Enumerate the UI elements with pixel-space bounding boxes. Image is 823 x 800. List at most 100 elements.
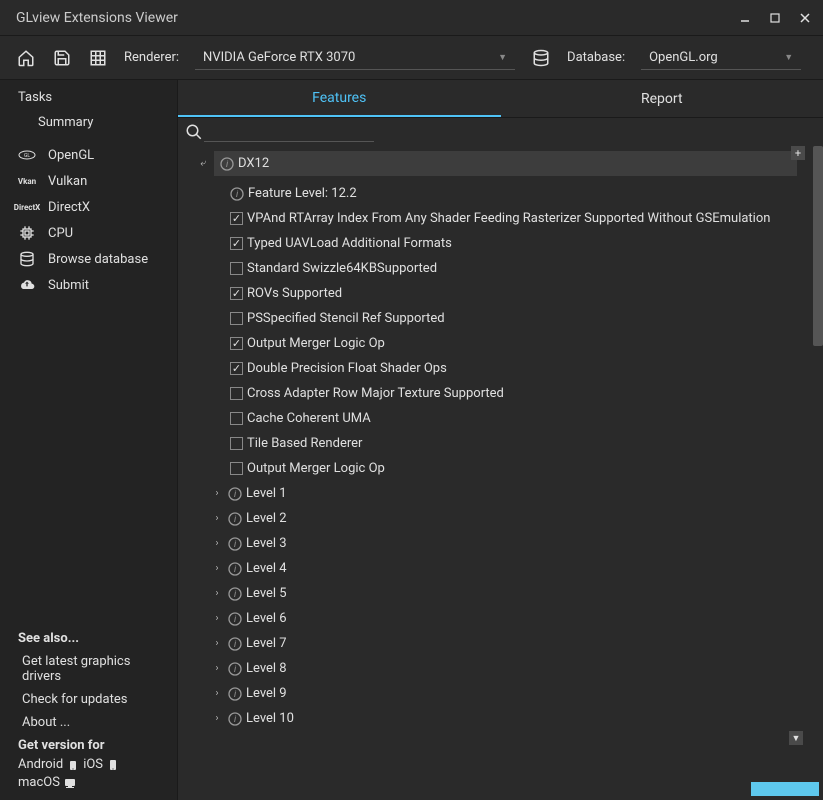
sidebar-footer: See also... Get latest graphics drivers …	[0, 621, 177, 800]
chevron-right-icon[interactable]: ›	[210, 562, 224, 576]
info-icon: i	[228, 637, 242, 651]
level-item[interactable]: ›iLevel 9	[178, 681, 805, 706]
see-also-about[interactable]: About ...	[18, 711, 159, 734]
grid-icon[interactable]	[88, 48, 108, 68]
feature-item[interactable]: PSSpecified Stencil Ref Supported	[178, 306, 805, 331]
level-item[interactable]: ›iLevel 7	[178, 631, 805, 656]
checkbox[interactable]	[230, 312, 243, 325]
checkbox[interactable]	[230, 287, 243, 300]
tabs: Features Report	[178, 80, 823, 118]
directx-icon: DirectX	[18, 198, 36, 216]
database-icon[interactable]	[531, 48, 551, 68]
chevron-right-icon[interactable]: ›	[210, 487, 224, 501]
level-item[interactable]: ›iLevel 2	[178, 506, 805, 531]
search-icon[interactable]	[184, 122, 204, 142]
chevron-right-icon[interactable]: ›	[210, 687, 224, 701]
feature-item[interactable]: Standard Swizzle64KBSupported	[178, 256, 805, 281]
chevron-right-icon[interactable]: ›	[210, 537, 224, 551]
tree-dx12-row[interactable]: ⤶ i DX12	[178, 146, 805, 181]
level-item-label: Level 1	[246, 486, 287, 501]
feature-item-label: Output Merger Logic Op	[247, 336, 385, 351]
level-item[interactable]: › i Level 1	[178, 481, 805, 506]
tasks-section: Tasks Summary	[0, 80, 177, 138]
feature-item[interactable]: Output Merger Logic Op	[178, 331, 805, 356]
feature-item-label: Tile Based Renderer	[247, 436, 362, 451]
checkbox[interactable]	[230, 387, 243, 400]
upload-icon	[18, 276, 36, 294]
feature-item[interactable]: Cross Adapter Row Major Texture Supporte…	[178, 381, 805, 406]
level-item[interactable]: ›iLevel 4	[178, 556, 805, 581]
level-item[interactable]: ›iLevel 10	[178, 706, 805, 731]
save-icon[interactable]	[52, 48, 72, 68]
sidebar-item-label: Vulkan	[48, 174, 87, 189]
platform-macos[interactable]: macOS	[18, 775, 60, 790]
tree-feature-level[interactable]: i Feature Level: 12.2	[178, 181, 805, 206]
database-browse-icon	[18, 250, 36, 268]
checkbox[interactable]	[230, 212, 243, 225]
checkbox[interactable]	[230, 437, 243, 450]
checkbox[interactable]	[230, 237, 243, 250]
scroll-down-icon[interactable]: ▼	[789, 731, 803, 745]
tab-features[interactable]: Features	[178, 80, 501, 117]
info-icon: i	[228, 537, 242, 551]
info-icon: i	[228, 487, 242, 501]
collapse-icon[interactable]: ⤶	[196, 157, 210, 171]
level-item[interactable]: ›iLevel 5	[178, 581, 805, 606]
checkbox[interactable]	[230, 462, 243, 475]
level-item[interactable]: ›iLevel 8	[178, 656, 805, 681]
sidebar-item-opengl[interactable]: GL OpenGL	[0, 142, 177, 168]
checkbox[interactable]	[230, 337, 243, 350]
footer-accent	[751, 782, 819, 796]
feature-item[interactable]: Cache Coherent UMA	[178, 406, 805, 431]
footer-bar	[178, 780, 823, 800]
feature-item[interactable]: Tile Based Renderer	[178, 431, 805, 456]
checkbox[interactable]	[230, 362, 243, 375]
checkbox[interactable]	[230, 412, 243, 425]
feature-item[interactable]: VPAnd RTArray Index From Any Shader Feed…	[178, 206, 805, 231]
platform-ios[interactable]: iOS	[83, 757, 103, 772]
tab-report[interactable]: Report	[501, 80, 823, 117]
info-icon: i	[228, 612, 242, 626]
chevron-right-icon[interactable]: ›	[210, 662, 224, 676]
svg-text:i: i	[226, 160, 229, 170]
feature-item[interactable]: Typed UAVLoad Additional Formats	[178, 231, 805, 256]
tree-area[interactable]: + ⤶ i DX12 i Feature Level: 12.2 VPAnd R…	[178, 146, 823, 780]
renderer-dropdown[interactable]: NVIDIA GeForce RTX 3070 ▼	[195, 46, 515, 70]
svg-text:i: i	[234, 565, 237, 575]
feature-item[interactable]: Double Precision Float Shader Ops	[178, 356, 805, 381]
sidebar-item-browse-database[interactable]: Browse database	[0, 246, 177, 272]
chevron-right-icon[interactable]: ›	[210, 612, 224, 626]
svg-text:i: i	[234, 640, 237, 650]
level-item[interactable]: ›iLevel 6	[178, 606, 805, 631]
feature-item[interactable]: ROVs Supported	[178, 281, 805, 306]
tasks-header: Tasks	[0, 84, 177, 111]
search-input[interactable]	[204, 122, 374, 142]
chevron-right-icon[interactable]: ›	[210, 637, 224, 651]
home-icon[interactable]	[16, 48, 36, 68]
sidebar-item-vulkan[interactable]: Vkan Vulkan	[0, 168, 177, 194]
scrollbar[interactable]	[813, 146, 823, 346]
chevron-right-icon[interactable]: ›	[210, 512, 224, 526]
add-button[interactable]: +	[791, 146, 805, 160]
sidebar-item-directx[interactable]: DirectX DirectX	[0, 194, 177, 220]
feature-item[interactable]: Output Merger Logic Op	[178, 456, 805, 481]
opengl-icon: GL	[18, 146, 36, 164]
checkbox[interactable]	[230, 262, 243, 275]
sidebar-item-cpu[interactable]: CPU	[0, 220, 177, 246]
see-also-drivers[interactable]: Get latest graphics drivers	[18, 650, 159, 688]
database-dropdown[interactable]: OpenGL.org ▼	[641, 46, 801, 70]
feature-level-label: Feature Level: 12.2	[248, 186, 357, 201]
android-icon	[66, 758, 80, 772]
see-also-updates[interactable]: Check for updates	[18, 688, 159, 711]
level-item[interactable]: ›iLevel 3	[178, 531, 805, 556]
see-also-header: See also...	[18, 627, 159, 650]
maximize-button[interactable]	[765, 8, 785, 28]
minimize-button[interactable]	[735, 8, 755, 28]
sidebar-item-summary[interactable]: Summary	[0, 111, 177, 134]
chevron-right-icon[interactable]: ›	[210, 712, 224, 726]
platform-android[interactable]: Android	[18, 757, 63, 772]
close-button[interactable]	[795, 8, 815, 28]
chevron-right-icon[interactable]: ›	[210, 587, 224, 601]
sidebar-item-submit[interactable]: Submit	[0, 272, 177, 298]
platform-row: Android iOS macOS	[18, 757, 159, 790]
